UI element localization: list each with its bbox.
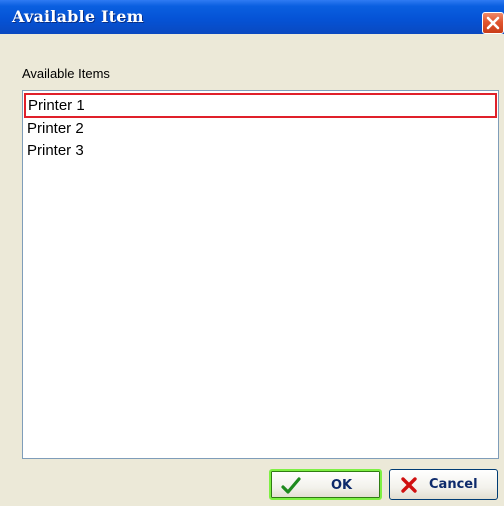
list-item-printer-1[interactable]: Printer 1 [24, 93, 497, 118]
available-items-label: Available Items [22, 66, 110, 81]
close-icon [486, 16, 500, 30]
ok-button[interactable]: OK [269, 469, 382, 500]
close-button[interactable] [482, 12, 504, 34]
list-item-printer-3[interactable]: Printer 3 [24, 139, 497, 164]
ok-button-label: OK [331, 478, 353, 493]
x-icon [401, 477, 417, 493]
cancel-button-label: Cancel [429, 477, 478, 492]
dialog-window: Available Item Available Items Printer 1… [0, 0, 504, 506]
window-title: Available Item [12, 7, 144, 26]
title-bar[interactable]: Available Item [0, 0, 504, 34]
cancel-button[interactable]: Cancel [389, 469, 498, 500]
items-listbox[interactable]: Printer 1 Printer 2 Printer 3 [22, 90, 499, 459]
checkmark-icon [281, 477, 301, 494]
